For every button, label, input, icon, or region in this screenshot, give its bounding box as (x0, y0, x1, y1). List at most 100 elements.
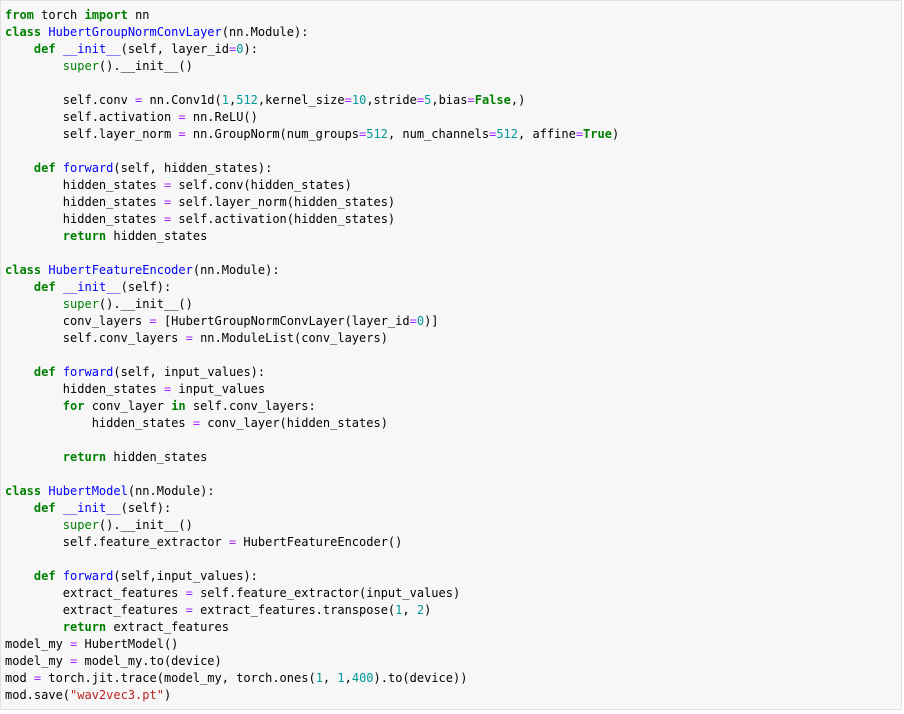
code-text: conv_layers (5, 314, 150, 328)
code-text: conv_layer(hidden_states) (200, 416, 388, 430)
code-text: ().__init__() (98, 297, 193, 311)
string-token: "wav2vec3.pt" (70, 688, 164, 702)
code-line: hidden_states = conv_layer(hidden_states… (5, 415, 619, 432)
code-text: self.conv (5, 93, 136, 107)
builtin-token: super (62, 297, 99, 311)
code-line: self.conv = nn.Conv1d(1,512,kernel_size=… (5, 92, 619, 109)
code-block[interactable]: from torch import nn class HubertGroupNor… (5, 7, 619, 704)
code-line: for conv_layer in self.conv_layers: (5, 398, 619, 415)
code-text: input_values (171, 382, 266, 396)
name-token: HubertFeatureEncoder (48, 263, 193, 277)
keyword-token: def (33, 42, 56, 56)
code-line: def __init__(self, layer_id=0): (5, 41, 619, 58)
code-text: ,bias (431, 93, 468, 107)
code-text: ).to(device)) (373, 671, 468, 685)
code-text: self.layer_norm(hidden_states) (171, 195, 396, 209)
keyword-token: for (62, 399, 85, 413)
number-token: 0 (416, 314, 425, 328)
code-text: ().__init__() (98, 518, 193, 532)
code-text: HubertFeatureEncoder() (236, 535, 403, 549)
code-text: hidden_states (5, 178, 164, 192)
code-text: model_my.to(device) (77, 654, 222, 668)
number-token: 512 (236, 93, 258, 107)
code-line: return hidden_states (5, 449, 619, 466)
code-text: nn.ReLU() (185, 110, 258, 124)
code-text: (self, input_values): (113, 365, 266, 379)
code-text: , (344, 671, 352, 685)
keyword-token: def (33, 280, 56, 294)
code-text: nn.GroupNorm(num_groups (185, 127, 360, 141)
code-text: ) (163, 688, 172, 702)
keyword-token: def (33, 365, 56, 379)
code-line: mod = torch.jit.trace(model_my, torch.on… (5, 670, 619, 687)
code-line: def forward(self, input_values): (5, 364, 619, 381)
name-token: forward (62, 569, 114, 583)
code-text: torch.jit.trace(model_my, torch.ones( (41, 671, 316, 685)
code-line: super().__init__() (5, 58, 619, 75)
code-line: extract_features = extract_features.tran… (5, 602, 619, 619)
code-text: conv_layer (84, 399, 172, 413)
code-text: self.feature_extractor(input_values) (192, 586, 461, 600)
name-token: HubertModel (48, 484, 128, 498)
code-line: class HubertGroupNormConvLayer(nn.Module… (5, 24, 619, 41)
code-text: torch (33, 8, 85, 22)
number-token: 10 (351, 93, 367, 107)
code-text: )] (424, 314, 439, 328)
code-line: extract_features = self.feature_extracto… (5, 585, 619, 602)
name-token: forward (62, 161, 114, 175)
keyword-token: in (171, 399, 186, 413)
code-text: mod (5, 671, 34, 685)
code-text: ) (424, 603, 432, 617)
number-token: 512 (366, 127, 388, 141)
keyword-token: from (5, 8, 34, 22)
code-text: (self): (120, 501, 172, 515)
code-line: return extract_features (5, 619, 619, 636)
code-text: ,kernel_size (257, 93, 345, 107)
code-text: self.conv_layers (5, 331, 186, 345)
code-text: ): (243, 42, 258, 56)
code-line: self.conv_layers = nn.ModuleList(conv_la… (5, 330, 619, 347)
code-text: nn.Conv1d( (142, 93, 222, 107)
code-text: (self, layer_id (120, 42, 229, 56)
code-text: model_my (5, 637, 71, 651)
code-text: ,) (510, 93, 526, 107)
number-token: 512 (496, 127, 519, 141)
keyword-token: False (474, 93, 511, 107)
code-text: (self,input_values): (113, 569, 258, 583)
code-line: self.layer_norm = nn.GroupNorm(num_group… (5, 126, 619, 143)
keyword-token: def (33, 501, 56, 515)
code-line: def forward(self, hidden_states): (5, 160, 619, 177)
code-line: super().__init__() (5, 296, 619, 313)
name-token: __init__ (62, 501, 121, 515)
keyword-token: return (62, 450, 107, 464)
keyword-token: def (33, 161, 56, 175)
code-text: self.activation (5, 110, 179, 124)
code-text: ().__init__() (98, 59, 193, 73)
keyword-token: True (583, 127, 612, 141)
code-text: (nn.Module): (192, 263, 280, 277)
code-text: extract_features (106, 620, 229, 634)
code-line: super().__init__() (5, 517, 619, 534)
operator-token: = (149, 314, 157, 328)
keyword-token: class (5, 263, 42, 277)
code-text: nn.ModuleList(conv_layers) (192, 331, 388, 345)
code-cell[interactable]: from torch import nn class HubertGroupNor… (0, 0, 902, 710)
code-line: self.activation = nn.ReLU() (5, 109, 619, 126)
code-text: self.conv_layers: (185, 399, 316, 413)
